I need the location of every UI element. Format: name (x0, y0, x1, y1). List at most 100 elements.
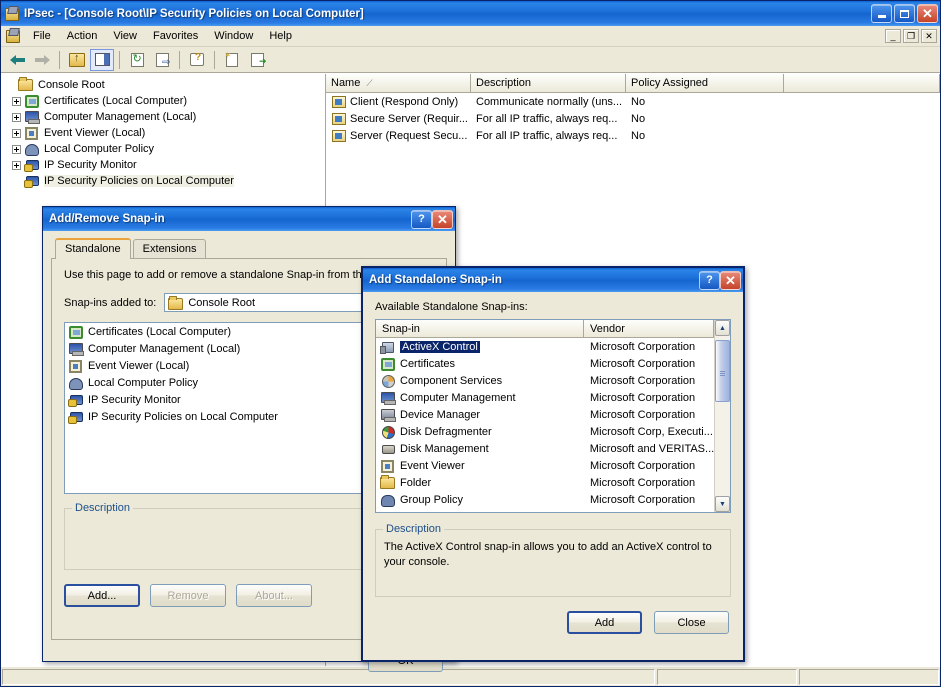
system-menu-icon[interactable] (5, 28, 21, 44)
mdi-restore-button[interactable]: ❐ (903, 29, 919, 43)
tree-expander-icon[interactable] (12, 96, 21, 106)
tree-expander-icon[interactable] (12, 160, 21, 170)
menu-action[interactable]: Action (59, 28, 106, 44)
manage-filter-lists-button[interactable] (245, 49, 269, 71)
close-button[interactable]: ✕ (432, 209, 453, 229)
menu-view[interactable]: View (105, 28, 145, 44)
tab-extensions[interactable]: Extensions (132, 239, 207, 258)
toolbar-separator (119, 50, 120, 69)
tree-item-event-viewer[interactable]: Event Viewer (Local) (4, 125, 325, 141)
sort-indicator-icon: ⟋ (366, 77, 373, 88)
cell-vendor: Microsoft Corporation (590, 459, 696, 472)
tree-item-label: Event Viewer (Local) (44, 127, 146, 139)
scrollbar-track[interactable] (715, 336, 730, 496)
add-button[interactable]: Add (567, 611, 642, 634)
toolbar-separator (59, 50, 60, 69)
tree-item-console-root[interactable]: Console Root (4, 77, 325, 93)
tree-expander-icon[interactable] (12, 112, 21, 122)
menu-window[interactable]: Window (206, 28, 261, 44)
cell-snapin: Folder (376, 474, 584, 491)
table-row[interactable]: Device Manager Microsoft Corporation (376, 406, 714, 423)
menu-file[interactable]: File (25, 28, 59, 44)
column-header-vendor[interactable]: Vendor (584, 320, 714, 338)
refresh-button[interactable] (125, 49, 149, 71)
back-button[interactable] (5, 49, 29, 71)
table-row[interactable]: Component Services Microsoft Corporation (376, 372, 714, 389)
menubar: File Action View Favorites Window Help _… (1, 26, 940, 47)
table-row[interactable]: ActiveX Control Microsoft Corporation (376, 338, 714, 355)
cell-snapin: Event Viewer (376, 458, 584, 474)
table-row[interactable]: Disk Management Microsoft and VERITAS... (376, 440, 714, 457)
mdi-close-button[interactable]: ✕ (921, 29, 937, 43)
cell-text: Event Viewer (400, 459, 465, 472)
mdi-minimize-button[interactable]: _ (885, 29, 901, 43)
toolbar-separator (179, 50, 180, 69)
help-button[interactable]: ? (699, 270, 720, 290)
certificates-icon (68, 324, 84, 340)
computer-icon (68, 341, 84, 357)
tree-item-label: IP Security Policies on Local Computer (44, 175, 234, 187)
close-dialog-button[interactable]: Close (654, 611, 729, 634)
disk-management-icon (380, 441, 396, 457)
cell-text: Disk Defragmenter (400, 425, 492, 438)
menu-help[interactable]: Help (261, 28, 300, 44)
dialog-title: Add/Remove Snap-in (49, 213, 165, 225)
add-button[interactable]: Add... (64, 584, 140, 607)
tree-item-ip-security-policies[interactable]: IP Security Policies on Local Computer (4, 173, 325, 189)
cell-policy-assigned: No (631, 112, 646, 125)
description-text: The ActiveX Control snap-in allows you t… (384, 541, 712, 568)
tree-item-ip-security-monitor[interactable]: IP Security Monitor (4, 157, 325, 173)
combobox-value: Console Root (188, 296, 256, 309)
tree-expander-icon[interactable] (12, 128, 21, 138)
column-header-name[interactable]: Name ⟋ (326, 74, 471, 93)
certificates-icon (380, 356, 396, 372)
table-row[interactable]: Secure Server (Requir... For all IP traf… (326, 110, 940, 127)
table-row[interactable]: Group Policy Microsoft Corporation (376, 491, 714, 508)
caption-buttons: ✕ (871, 4, 938, 23)
table-row[interactable]: Server (Request Secu... For all IP traff… (326, 127, 940, 144)
column-header-filler[interactable] (784, 74, 940, 93)
cell-vendor: Microsoft Corporation (590, 374, 696, 387)
close-button[interactable]: ✕ (917, 4, 938, 23)
available-snapins-listview[interactable]: Snap-in Vendor ActiveX Control Microsoft… (375, 319, 731, 513)
minimize-button[interactable] (871, 4, 892, 23)
remove-button: Remove (150, 584, 226, 607)
cell-text: Secure Server (Requir... (350, 112, 468, 125)
forward-button[interactable] (30, 49, 54, 71)
table-row[interactable]: Certificates Microsoft Corporation (376, 355, 714, 372)
tree-item-local-computer-policy[interactable]: Local Computer Policy (4, 141, 325, 157)
export-list-button[interactable] (150, 49, 174, 71)
create-ip-policy-button[interactable] (220, 49, 244, 71)
listview-vertical-scrollbar[interactable]: ▲ ▼ (714, 320, 730, 512)
column-header-policy-assigned[interactable]: Policy Assigned (626, 74, 784, 93)
folder-icon (380, 474, 396, 491)
table-row[interactable]: Client (Respond Only) Communicate normal… (326, 93, 940, 110)
close-button[interactable]: ✕ (720, 270, 741, 290)
cell-text: Component Services (400, 374, 503, 387)
table-row[interactable]: Disk Defragmenter Microsoft Corp, Execut… (376, 423, 714, 440)
tree-item-certificates[interactable]: Certificates (Local Computer) (4, 93, 325, 109)
up-one-level-button[interactable] (65, 49, 89, 71)
column-header-snapin[interactable]: Snap-in (376, 320, 584, 338)
help-button[interactable]: ? (411, 209, 432, 229)
maximize-button[interactable] (894, 4, 915, 23)
dialog-footer: Add Close (375, 611, 731, 634)
list-item-label: Computer Management (Local) (88, 342, 241, 355)
table-row[interactable]: Computer Management Microsoft Corporatio… (376, 389, 714, 406)
show-hide-tree-button[interactable] (90, 48, 114, 71)
scrollbar-thumb[interactable] (715, 340, 730, 402)
disk-defragmenter-icon (380, 424, 396, 440)
table-row[interactable]: Folder Microsoft Corporation (376, 474, 714, 491)
help-button[interactable] (185, 49, 209, 71)
scroll-down-button[interactable]: ▼ (715, 496, 730, 512)
menu-favorites[interactable]: Favorites (145, 28, 206, 44)
scroll-up-button[interactable]: ▲ (715, 320, 730, 336)
table-row[interactable]: Event Viewer Microsoft Corporation (376, 457, 714, 474)
tree-expander-icon[interactable] (12, 144, 21, 154)
tab-standalone[interactable]: Standalone (55, 238, 131, 259)
toolbar-separator (214, 50, 215, 69)
cell-text: Folder (400, 476, 432, 489)
tree-expander-icon (12, 177, 21, 186)
column-header-description[interactable]: Description (471, 74, 626, 93)
tree-item-computer-management[interactable]: Computer Management (Local) (4, 109, 325, 125)
